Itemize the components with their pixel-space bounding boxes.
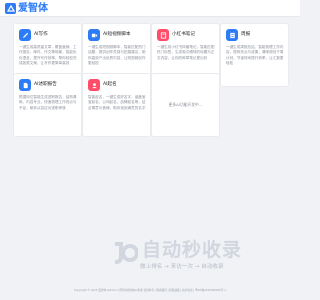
name-icon <box>88 79 100 91</box>
card-description: 智能起名，一键生成好名字，涵盖宝宝起名、公司起名、品牌起名等，结合寓意与音律，助… <box>88 95 146 110</box>
more-features-label: 更多AI功能开发中... <box>168 102 203 107</box>
card-description: 一键生成周报总结，智能梳理工作内容，提炼亮点与成果，清晰规划下周计划，节省时间提… <box>226 45 284 66</box>
tool-card-weekly-report[interactable]: 周报 一键生成周报总结，智能梳理工作内容，提炼亮点与成果，清晰规划下周计划，节省… <box>220 23 289 87</box>
top-bar: 爱智体 <box>0 0 300 17</box>
brand-name: 爱智体 <box>18 2 48 14</box>
book-icon <box>157 29 169 41</box>
pen-icon <box>19 29 31 41</box>
watermark-title: 自动秒收录 <box>142 239 243 261</box>
watermark-subtitle: 做上排名 → 来访一次 → 自动收录 <box>140 264 224 270</box>
more-features-card[interactable]: 更多AI功能开发中... <box>151 73 220 137</box>
tool-card-ai-work-report[interactable]: AI述职报告 根据岗位智能生成述职报告，结构清晰、内容专业，快速梳理工作亮点与不… <box>13 73 82 137</box>
watermark-logo-icon <box>115 242 138 264</box>
footer: Copyright © 2025 爱智体 aizhiti.cn 所有内容均由AI… <box>73 289 227 292</box>
doc-icon <box>19 79 31 91</box>
card-title: 周报 <box>241 32 251 37</box>
watermark: 自动秒收录 做上排名 → 来访一次 → 自动收录 <box>100 238 300 278</box>
card-description: 根据岗位智能生成述职报告，结构清晰、内容专业，快速梳理工作亮点与不足，助你从容应… <box>19 95 77 110</box>
brand-logo[interactable]: 爱智体 <box>5 2 48 15</box>
logo-icon <box>5 3 16 14</box>
video-icon <box>88 29 100 41</box>
card-description: 一键生成短视频脚本，智能匹配热门话题，提供创作灵感与拍摄建议，助你高效产出优质内… <box>88 45 146 66</box>
card-title: AI写作 <box>34 32 48 37</box>
card-description: 一键生成小红书风格笔记，智能匹配热门标签，生成吸引眼球的标题与正文内容，让你的种… <box>157 45 215 60</box>
report-icon <box>226 29 238 41</box>
card-title: AI述职报告 <box>34 82 57 87</box>
card-title: 小红书笔记 <box>172 32 195 37</box>
tool-card-ai-naming[interactable]: AI起名 智能起名，一键生成好名字，涵盖宝宝起名、公司起名、品牌起名等，结合寓意… <box>82 73 151 137</box>
card-title: AI短视频脚本 <box>103 32 131 37</box>
card-title: AI起名 <box>103 82 117 87</box>
card-description: 一键生成高质量文章，覆盖营销、工作报告、邮件、作文等场景，智能优化语言，提升写作… <box>19 45 77 66</box>
